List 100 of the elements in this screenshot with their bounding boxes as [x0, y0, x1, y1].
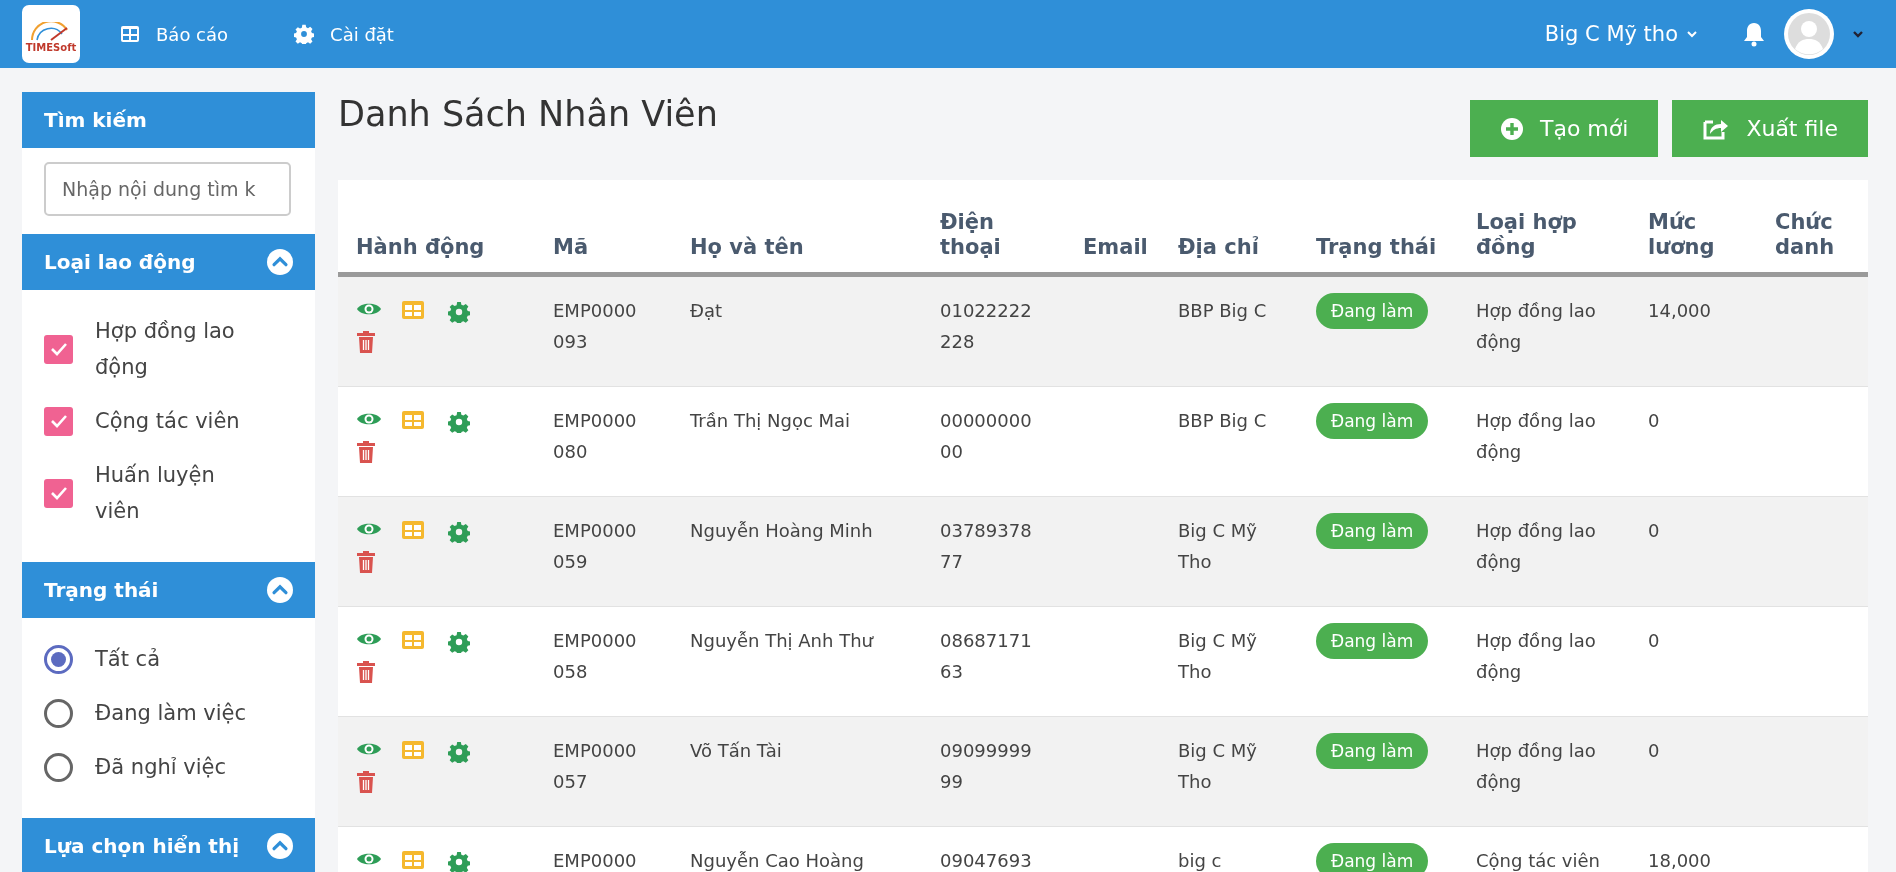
trash-icon[interactable] — [356, 441, 376, 463]
phone-number: 0378937877 — [940, 519, 1033, 574]
trash-icon[interactable] — [356, 551, 376, 573]
bell-icon[interactable] — [1742, 21, 1766, 47]
filter-header[interactable]: Trạng thái — [22, 562, 315, 618]
column-header: Trạng thái — [1316, 235, 1437, 260]
employee-code: EMP0000059 — [553, 519, 638, 574]
column-header: Họ và tên — [690, 235, 804, 260]
radio-label: Đang làm việc — [95, 700, 247, 727]
employee-code: EMP0000093 — [553, 299, 638, 354]
column-header: Hành động — [356, 235, 485, 260]
status-badge: Đang làm — [1316, 733, 1429, 769]
salary: 0 — [1648, 630, 1660, 651]
eye-icon[interactable] — [356, 851, 382, 867]
radio-label: Đã nghỉ việc — [95, 754, 226, 781]
employee-name: Đạt — [690, 300, 723, 321]
filter-header[interactable]: Loại lao động — [22, 234, 315, 290]
phone-number: 0868717163 — [940, 629, 1033, 684]
radio-button[interactable] — [44, 752, 73, 782]
table-icon[interactable] — [402, 521, 424, 539]
eye-icon[interactable] — [356, 301, 382, 317]
trash-icon[interactable] — [356, 771, 376, 793]
column-header: Địa chỉ — [1178, 235, 1259, 260]
gear-icon — [448, 741, 470, 763]
address: big c — [1178, 850, 1222, 871]
filter-header[interactable]: Tìm kiếm — [22, 92, 315, 148]
employee-name: Nguyễn Hoàng Minh — [690, 520, 873, 541]
trash-icon[interactable] — [356, 661, 376, 683]
contract-type: Hợp đồng lao động — [1476, 740, 1596, 792]
location-dropdown[interactable]: Big C Mỹ tho — [1538, 21, 1704, 47]
salary: 0 — [1648, 520, 1660, 541]
contract-type: Hợp đồng lao động — [1476, 630, 1596, 682]
checkbox[interactable] — [44, 334, 73, 364]
chevron-down-icon[interactable] — [1852, 30, 1864, 38]
table-icon[interactable] — [402, 301, 424, 319]
trash-icon[interactable] — [356, 331, 376, 353]
status-badge: Đang làm — [1316, 623, 1429, 659]
checkbox[interactable] — [44, 406, 73, 436]
address: Big C Mỹ Tho — [1178, 630, 1257, 682]
action-button[interactable]: Xuất file — [1672, 100, 1868, 157]
search-field[interactable]: Nhập nội dung tìm k — [44, 162, 291, 216]
address: Big C Mỹ Tho — [1178, 520, 1257, 572]
status-badge: Đang làm — [1316, 403, 1429, 439]
table-icon[interactable] — [402, 851, 424, 869]
gear-icon — [294, 24, 315, 44]
address: BBP Big C — [1178, 410, 1267, 431]
column-header: Chức danh — [1775, 210, 1836, 260]
employee-name: Nguyễn Thị Anh Thư — [690, 630, 873, 651]
logo-text: TIMESoft — [25, 42, 77, 53]
chevron-up-icon[interactable] — [267, 249, 293, 275]
avatar-icon[interactable] — [1784, 9, 1834, 59]
contract-type: Hợp đồng lao động — [1476, 520, 1596, 572]
checkbox-label: Hợp đồng lao động — [95, 318, 236, 381]
nav-link[interactable]: Cài đặt — [288, 22, 400, 46]
checkbox-label: Cộng tác viên — [95, 408, 240, 435]
radio-label: Tất cả — [95, 646, 161, 673]
salary: 0 — [1648, 740, 1660, 761]
table-icon[interactable] — [402, 411, 424, 429]
contract-type: Cộng tác viên — [1476, 850, 1600, 871]
chevron-up-icon[interactable] — [267, 577, 293, 603]
gear-icon — [448, 411, 470, 433]
column-header: Mức lương — [1648, 210, 1716, 260]
salary: 14,000 — [1648, 300, 1711, 321]
logo[interactable]: TIMESoft — [22, 5, 80, 63]
table-icon[interactable] — [402, 631, 424, 649]
action-button[interactable]: Tạo mới — [1470, 100, 1659, 157]
filter-header[interactable]: Lựa chọn hiển thị — [22, 818, 315, 872]
column-header: Loại hợp đồng — [1476, 210, 1578, 260]
filter-title: Lựa chọn hiển thị — [44, 834, 239, 858]
chevron-down-icon — [1686, 30, 1698, 38]
salary: 18,000 — [1648, 850, 1711, 871]
employee-code: EMP0000 — [553, 849, 637, 872]
checkbox-label: Huấn luyện viên — [95, 462, 216, 525]
gear-icon — [448, 631, 470, 653]
status-badge: Đang làm — [1316, 513, 1429, 549]
filter-title: Loại lao động — [44, 250, 196, 274]
column-header: Điện thoại — [940, 210, 1002, 260]
nav-link[interactable]: Báo cáo — [114, 22, 235, 46]
phone-number: 01022222228 — [940, 299, 1033, 354]
table-icon[interactable] — [402, 741, 424, 759]
eye-icon[interactable] — [356, 631, 382, 647]
column-header: Email — [1083, 235, 1148, 260]
filter-title: Tìm kiếm — [44, 108, 147, 132]
phone-number: 09047693 — [940, 849, 1032, 872]
page-title: Danh Sách Nhân Viên — [338, 93, 719, 134]
table-icon — [120, 25, 140, 43]
eye-icon[interactable] — [356, 411, 382, 427]
eye-icon[interactable] — [356, 521, 382, 537]
gear-icon — [448, 521, 470, 543]
radio-button[interactable] — [44, 644, 73, 674]
contract-type: Hợp đồng lao động — [1476, 410, 1596, 462]
checkmark-icon — [49, 342, 68, 356]
filter-title: Trạng thái — [44, 578, 159, 602]
eye-icon[interactable] — [356, 741, 382, 757]
radio-button[interactable] — [44, 698, 73, 728]
checkbox[interactable] — [44, 478, 73, 508]
employee-code: EMP0000058 — [553, 629, 638, 684]
chevron-up-icon[interactable] — [267, 833, 293, 859]
checkmark-icon — [49, 486, 68, 500]
salary: 0 — [1648, 410, 1660, 431]
